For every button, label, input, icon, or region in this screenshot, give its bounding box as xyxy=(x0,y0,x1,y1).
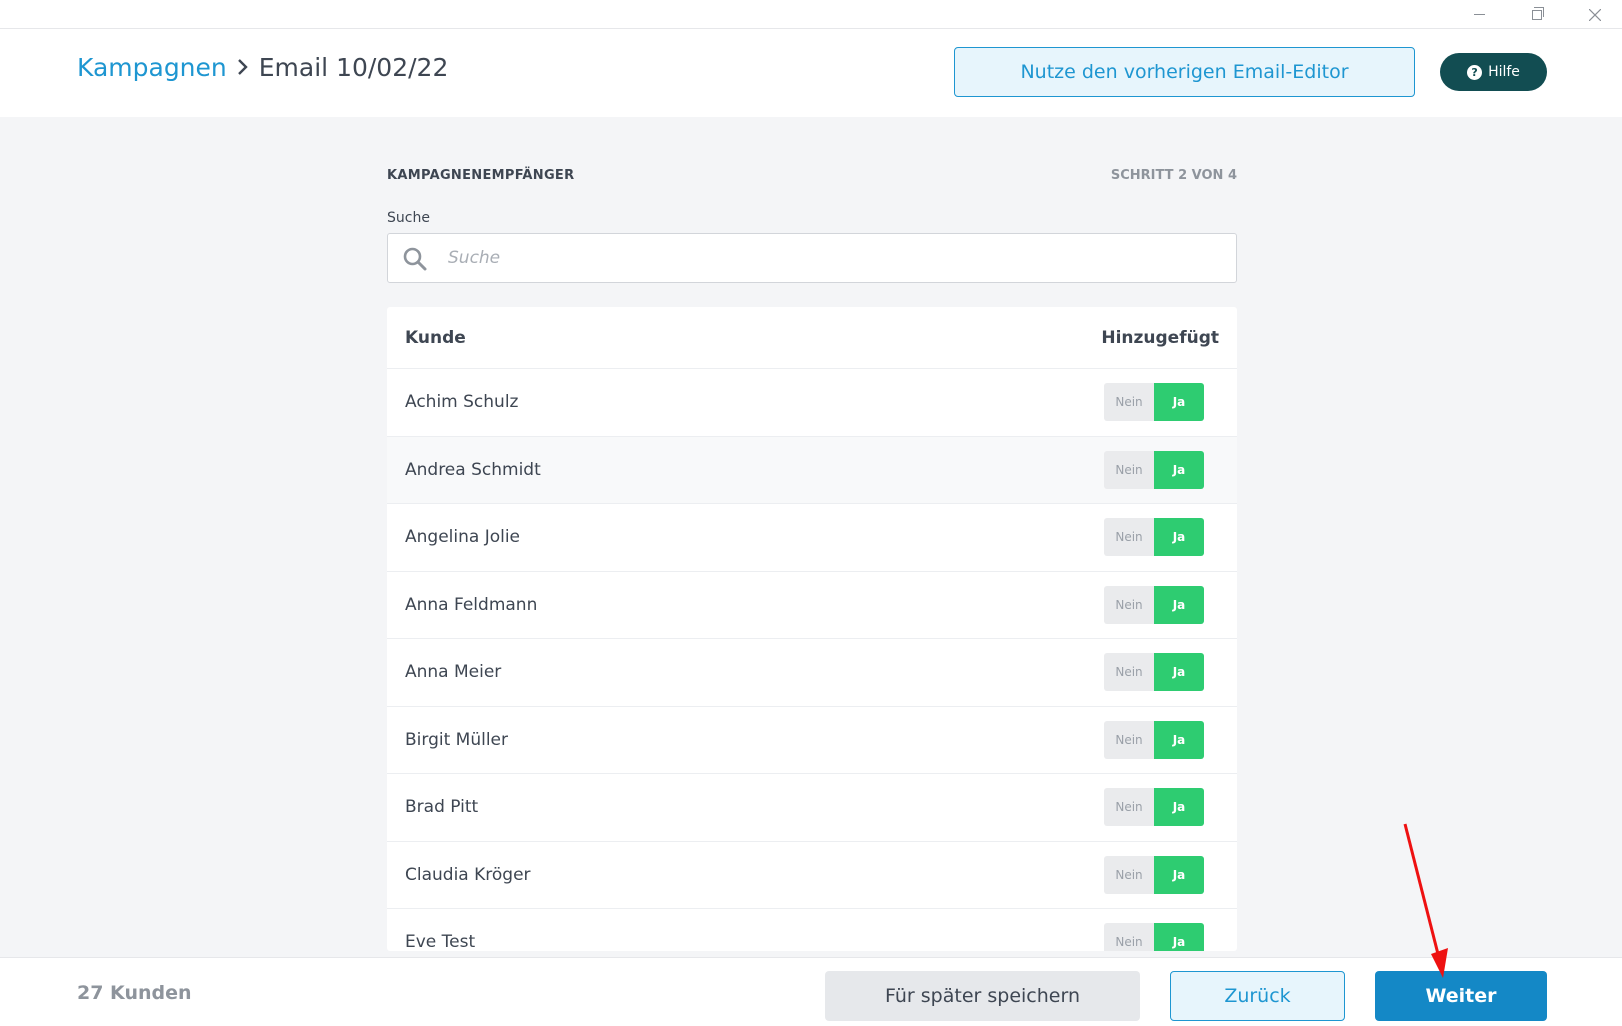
search-input[interactable] xyxy=(448,244,1208,272)
recipients-table: Kunde Hinzugefügt Achim Schulz Nein Ja Andr… xyxy=(387,307,1237,951)
search-field[interactable] xyxy=(387,233,1237,283)
added-toggle[interactable]: Nein Ja xyxy=(1104,923,1204,951)
added-toggle[interactable]: Nein Ja xyxy=(1104,653,1204,692)
help-button[interactable]: ? Hilfe xyxy=(1440,53,1547,91)
toggle-yes-option[interactable]: Ja xyxy=(1154,383,1204,422)
table-row: Brad Pitt Nein Ja xyxy=(387,774,1237,842)
restore-icon[interactable] xyxy=(1514,0,1560,29)
added-toggle[interactable]: Nein Ja xyxy=(1104,585,1204,624)
table-row: Andrea Schmidt Nein Ja xyxy=(387,436,1237,504)
customer-name: Claudia Kröger xyxy=(405,864,531,885)
customer-name: Angelina Jolie xyxy=(405,527,521,548)
customer-name: Birgit Müller xyxy=(405,729,508,750)
annotation-arrow-icon xyxy=(1403,823,1448,978)
chevron-right-icon xyxy=(237,53,249,82)
close-icon[interactable] xyxy=(1572,0,1618,29)
save-for-later-button[interactable]: Für später speichern xyxy=(825,971,1140,1021)
toggle-yes-option[interactable]: Ja xyxy=(1154,855,1204,894)
table-row: Birgit Müller Nein Ja xyxy=(387,707,1237,774)
toggle-yes-option[interactable]: Ja xyxy=(1154,788,1204,827)
toggle-yes-option[interactable]: Ja xyxy=(1154,450,1204,489)
customer-name: Andrea Schmidt xyxy=(405,459,541,480)
next-button[interactable]: Weiter xyxy=(1375,971,1547,1021)
minimize-icon[interactable] xyxy=(1456,0,1502,29)
customer-name: Brad Pitt xyxy=(405,797,479,818)
table-row: Claudia Kröger Nein Ja xyxy=(387,842,1237,909)
search-icon xyxy=(403,247,427,271)
customer-name: Achim Schulz xyxy=(405,392,519,413)
footer-bar: 27 Kunden Für später speichern Zurück We… xyxy=(0,957,1622,1026)
toggle-no-option[interactable]: Nein xyxy=(1104,518,1154,557)
toggle-no-option[interactable]: Nein xyxy=(1104,450,1154,489)
table-row: Eve Test Nein Ja xyxy=(387,909,1237,951)
toggle-no-option[interactable]: Nein xyxy=(1104,720,1154,759)
help-label: Hilfe xyxy=(1488,64,1520,80)
table-row: Anna Meier Nein Ja xyxy=(387,639,1237,707)
added-toggle[interactable]: Nein Ja xyxy=(1104,855,1204,894)
added-toggle[interactable]: Nein Ja xyxy=(1104,450,1204,489)
step-indicator: SCHRITT 2 VON 4 xyxy=(1110,168,1237,183)
window-titlebar xyxy=(0,0,1622,29)
column-header-added: Hinzugefügt xyxy=(1101,327,1219,348)
added-toggle[interactable]: Nein Ja xyxy=(1104,720,1204,759)
back-button[interactable]: Zurück xyxy=(1170,971,1345,1021)
page-title: Email 10/02/22 xyxy=(258,53,449,82)
toggle-yes-option[interactable]: Ja xyxy=(1154,923,1204,951)
table-row: Achim Schulz Nein Ja xyxy=(387,369,1237,437)
customer-name: Anna Feldmann xyxy=(405,594,538,615)
toggle-no-option[interactable]: Nein xyxy=(1104,383,1154,422)
toggle-no-option[interactable]: Nein xyxy=(1104,788,1154,827)
search-label: Suche xyxy=(387,210,430,226)
added-toggle[interactable]: Nein Ja xyxy=(1104,518,1204,557)
toggle-no-option[interactable]: Nein xyxy=(1104,855,1154,894)
table-body: Achim Schulz Nein Ja Andrea Schmidt Nein Ja An… xyxy=(387,369,1237,951)
column-header-customer: Kunde xyxy=(405,327,466,348)
toggle-no-option[interactable]: Nein xyxy=(1104,585,1154,624)
toggle-yes-option[interactable]: Ja xyxy=(1154,518,1204,557)
added-toggle[interactable]: Nein Ja xyxy=(1104,383,1204,422)
table-row: Anna Feldmann Nein Ja xyxy=(387,572,1237,639)
breadcrumb: Kampagnen Email 10/02/22 xyxy=(77,53,448,82)
section-title: KAMPAGNENEMPFÄNGER xyxy=(387,168,575,183)
toggle-no-option[interactable]: Nein xyxy=(1104,653,1154,692)
table-header: Kunde Hinzugefügt xyxy=(387,307,1237,369)
toggle-yes-option[interactable]: Ja xyxy=(1154,585,1204,624)
table-row: Angelina Jolie Nein Ja xyxy=(387,504,1237,572)
legacy-editor-button[interactable]: Nutze den vorherigen Email-Editor xyxy=(954,47,1415,97)
added-toggle[interactable]: Nein Ja xyxy=(1104,788,1204,827)
question-icon: ? xyxy=(1467,64,1483,80)
toggle-yes-option[interactable]: Ja xyxy=(1154,653,1204,692)
breadcrumb-campaigns-link[interactable]: Kampagnen xyxy=(77,53,227,82)
page-header: Kampagnen Email 10/02/22 Nutze den vorhe… xyxy=(0,29,1622,117)
toggle-yes-option[interactable]: Ja xyxy=(1154,720,1204,759)
customer-count: 27 Kunden xyxy=(77,982,192,1004)
customer-name: Eve Test xyxy=(405,932,476,951)
customer-name: Anna Meier xyxy=(405,662,502,683)
toggle-no-option[interactable]: Nein xyxy=(1104,923,1154,951)
